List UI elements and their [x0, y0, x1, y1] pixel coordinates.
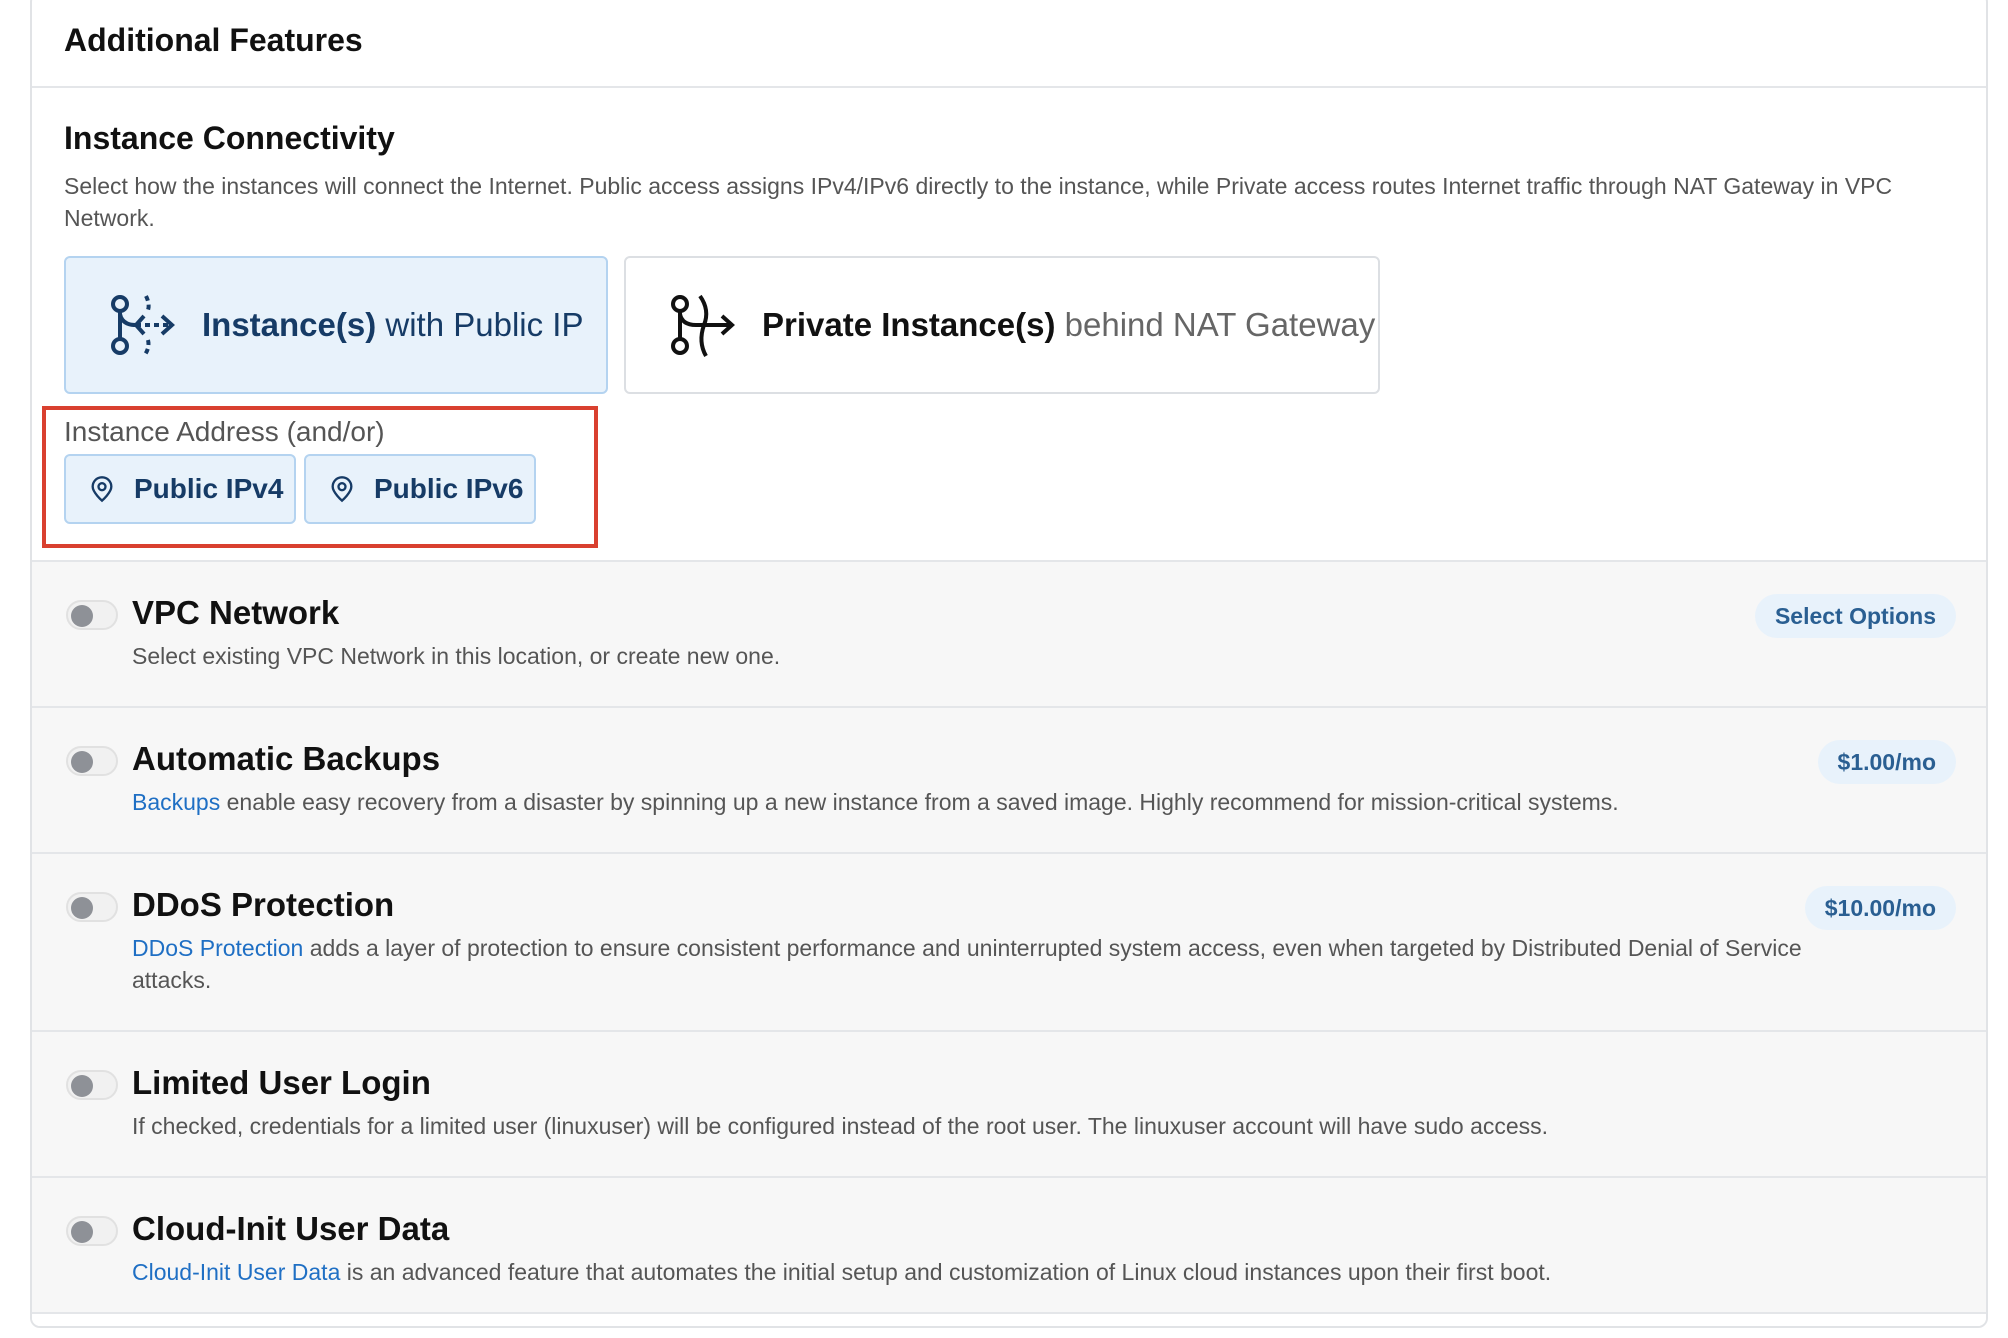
feature-automatic-backups: Automatic Backups Backups enable easy re… [32, 706, 1986, 852]
public-ip-option-label: Instance(s) with Public IP [202, 306, 584, 343]
ddos-protection-link[interactable]: DDoS Protection [132, 935, 303, 961]
public-ip-option[interactable]: Instance(s) with Public IP [64, 256, 608, 394]
next-section-edge [32, 1312, 1986, 1326]
feature-cloud-init-user-data: Cloud-Init User Data Cloud-Init User Dat… [32, 1176, 1986, 1318]
feature-ddos-protection: DDoS Protection DDoS Protection adds a l… [32, 852, 1986, 1030]
switch-knob [71, 751, 93, 773]
instance-connectivity-section: Instance Connectivity Select how the ins… [32, 90, 1986, 560]
price-badge: $10.00/mo [1804, 886, 1956, 930]
feature-title: Automatic Backups [132, 740, 441, 777]
cloud-init-user-data-switch[interactable] [66, 1216, 118, 1246]
public-ipv4-label: Public IPv4 [134, 473, 284, 504]
additional-features-panel: Additional Features Instance Connectivit… [30, 0, 1988, 1328]
location-pin-icon [331, 476, 353, 503]
switch-knob [71, 897, 93, 919]
switch-knob [71, 1075, 93, 1097]
panel-header: Additional Features [32, 2, 1986, 88]
feature-description: Backups enable easy recovery from a disa… [132, 789, 1619, 815]
feature-title: VPC Network [132, 594, 340, 631]
public-ipv6-label: Public IPv6 [374, 473, 524, 504]
ddos-protection-switch[interactable] [66, 892, 118, 922]
select-options-button[interactable]: Select Options [1754, 594, 1956, 638]
public-ipv6-toggle[interactable]: Public IPv6 [304, 454, 536, 524]
feature-description: Select existing VPC Network in this loca… [132, 643, 781, 669]
connectivity-description: Select how the instances will connect th… [64, 173, 1893, 231]
location-pin-icon [91, 476, 113, 503]
private-nat-option-label: Private Instance(s) behind NAT Gateway [762, 306, 1376, 343]
feature-description: If checked, credentials for a limited us… [132, 1113, 1549, 1139]
limited-user-login-switch[interactable] [66, 1070, 118, 1100]
private-nat-option[interactable]: Private Instance(s) behind NAT Gateway [624, 256, 1380, 394]
nat-gateway-branch-icon [671, 294, 735, 357]
public-ip-branch-icon [111, 295, 175, 358]
automatic-backups-switch[interactable] [66, 746, 118, 776]
cloud-init-link[interactable]: Cloud-Init User Data [132, 1259, 340, 1285]
vpc-network-switch[interactable] [66, 600, 118, 630]
feature-title: Limited User Login [132, 1064, 431, 1101]
price-badge: $1.00/mo [1817, 740, 1956, 784]
panel-title: Additional Features [64, 22, 363, 58]
feature-description: DDoS Protection adds a layer of protecti… [132, 935, 1802, 993]
feature-vpc-network: VPC Network Select existing VPC Network … [32, 560, 1986, 706]
feature-title: DDoS Protection [132, 886, 395, 923]
connectivity-title: Instance Connectivity [64, 120, 395, 156]
feature-title: Cloud-Init User Data [132, 1210, 450, 1247]
public-ipv4-toggle[interactable]: Public IPv4 [64, 454, 296, 524]
backups-link[interactable]: Backups [132, 789, 220, 815]
feature-description: Cloud-Init User Data is an advanced feat… [132, 1259, 1552, 1285]
instance-address-label: Instance Address (and/or) [64, 416, 385, 447]
switch-knob [71, 1221, 93, 1243]
switch-knob [71, 605, 93, 627]
feature-limited-user-login: Limited User Login If checked, credentia… [32, 1030, 1986, 1176]
